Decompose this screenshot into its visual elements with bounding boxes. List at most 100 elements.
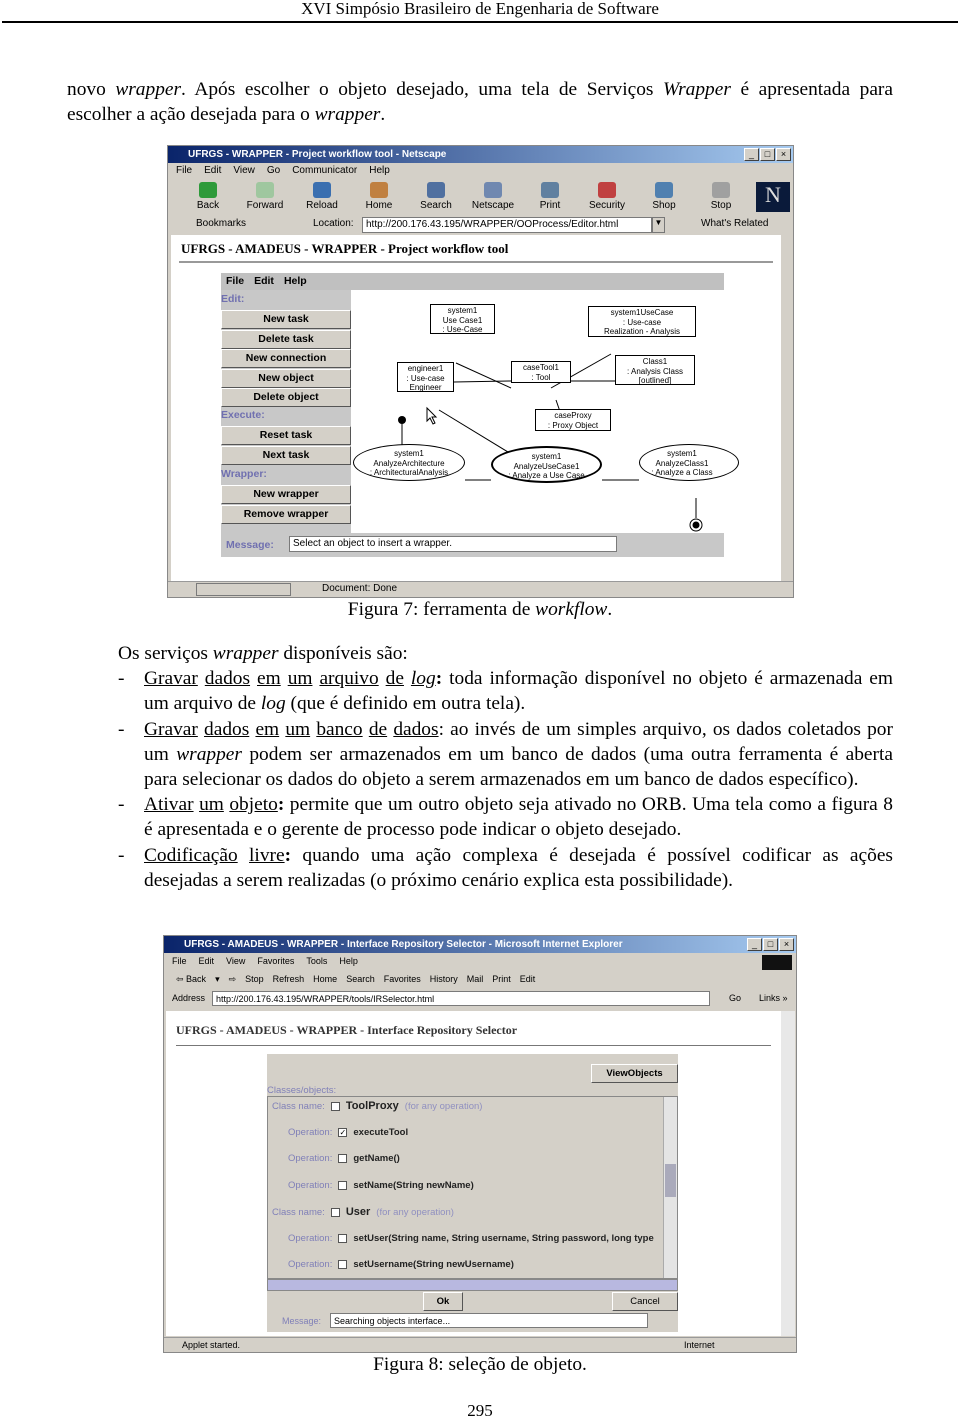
- applet-menu-item[interactable]: Help: [284, 275, 307, 290]
- menu-item[interactable]: Edit: [199, 956, 215, 966]
- button-reset-task[interactable]: Reset task: [221, 426, 351, 445]
- bookmarks-button[interactable]: Bookmarks: [196, 218, 246, 229]
- checkbox[interactable]: [338, 1180, 348, 1190]
- home-icon: [370, 182, 388, 198]
- toolbar-button[interactable]: Reload: [294, 182, 350, 211]
- menu-item[interactable]: Tools: [306, 956, 327, 966]
- menu-item[interactable]: Go: [267, 165, 280, 176]
- node-caseproxy[interactable]: caseProxy: Proxy Object: [535, 409, 611, 431]
- node-realization[interactable]: system1UseCase: Use-case Realization - An…: [588, 306, 696, 337]
- toolbar-button[interactable]: Forward: [237, 182, 293, 211]
- reload-icon: [313, 182, 331, 198]
- links-button[interactable]: Links »: [759, 993, 788, 1003]
- close-button[interactable]: ×: [776, 148, 791, 161]
- button-new-connection[interactable]: New connection: [221, 349, 351, 369]
- node-usecase1[interactable]: system1 Use Case1: Use-Case: [430, 304, 495, 334]
- minimize-button[interactable]: _: [747, 938, 762, 951]
- status-bar: Applet started. Internet: [164, 1337, 796, 1352]
- browser-scrollbar[interactable]: [781, 1011, 795, 1336]
- button-delete-task[interactable]: Delete task: [221, 329, 351, 349]
- button-next-task[interactable]: Next task: [221, 445, 351, 465]
- toolbar-button[interactable]: Netscape: [465, 182, 521, 211]
- workflow-applet: File Edit Help Edit: Execute: Wrapper: New…: [221, 273, 739, 557]
- toolbar-button[interactable]: Back: [180, 182, 236, 211]
- checkbox[interactable]: [330, 1207, 340, 1217]
- activity-analyze-class[interactable]: system1 AnalyzeClass1: Analyze a Class: [639, 444, 739, 481]
- vertical-scrollbar[interactable]: [663, 1097, 677, 1278]
- search-icon: [427, 182, 445, 198]
- applet-menu-item[interactable]: File: [226, 275, 244, 290]
- toolbar-button[interactable]: Search: [346, 974, 375, 985]
- toolbar-button[interactable]: ⇦ Back: [176, 974, 206, 985]
- row-hint: (for any operation): [376, 1206, 454, 1218]
- maximize-button[interactable]: □: [760, 148, 775, 161]
- toolbar-button[interactable]: History: [430, 974, 458, 985]
- whats-related-button[interactable]: What's Related: [701, 218, 769, 229]
- scrollbar-thumb[interactable]: [665, 1164, 676, 1197]
- button-delete-object[interactable]: Delete object: [221, 388, 351, 408]
- menu-item[interactable]: Help: [369, 165, 390, 176]
- toolbar-button[interactable]: Stop: [693, 182, 749, 211]
- toolbar-button[interactable]: Mail: [467, 974, 484, 985]
- cancel-button[interactable]: Cancel: [612, 1292, 678, 1311]
- button-new-object[interactable]: New object: [221, 368, 351, 388]
- button-new-task[interactable]: New task: [221, 310, 351, 329]
- toolbar-button[interactable]: Stop: [245, 974, 264, 985]
- classes-list: Operation: setUsername(String newUsername…: [267, 1096, 678, 1279]
- checkbox[interactable]: [338, 1260, 348, 1269]
- toolbar-button[interactable]: Print: [492, 974, 511, 985]
- go-button[interactable]: Go: [729, 993, 741, 1003]
- menu-item[interactable]: File: [172, 956, 187, 966]
- toolbar-button[interactable]: Home: [351, 182, 407, 211]
- activity-analyze-usecase[interactable]: system1 AnalyzeUseCase1: Analyze a Use Ca…: [491, 446, 602, 483]
- toolbar-button[interactable]: Search: [408, 182, 464, 211]
- menu-item[interactable]: File: [176, 165, 192, 176]
- list-row: Class name: ToolProxy (for any operation): [272, 1100, 482, 1112]
- button-new-wrapper[interactable]: New wrapper: [221, 485, 351, 504]
- node-class1[interactable]: Class1: Analysis Class [outlined]: [615, 355, 695, 385]
- page-content: UFRGS - AMADEUS - WRAPPER - Project work…: [171, 235, 781, 581]
- toolbar-button[interactable]: Edit: [520, 974, 536, 985]
- menu-item[interactable]: View: [226, 956, 245, 966]
- address-input[interactable]: http://200.176.43.195/WRAPPER/tools/IRSe…: [212, 991, 710, 1006]
- location-input[interactable]: http://200.176.43.195/WRAPPER/OOProcess/…: [362, 217, 652, 233]
- menu-item[interactable]: Help: [339, 956, 358, 966]
- message-field[interactable]: Select an object to insert a wrapper.: [289, 536, 617, 552]
- checkbox[interactable]: [338, 1233, 348, 1243]
- checkbox[interactable]: [330, 1101, 340, 1111]
- close-button[interactable]: ×: [779, 938, 794, 951]
- minimize-button[interactable]: _: [744, 148, 759, 161]
- maximize-button[interactable]: □: [763, 938, 778, 951]
- row-name: getName(): [353, 1153, 400, 1164]
- toolbar-button[interactable]: ⇨: [229, 974, 237, 985]
- row-label: Class name:: [272, 1100, 325, 1112]
- toolbar-button[interactable]: Print: [522, 182, 578, 211]
- toolbar-button[interactable]: Refresh: [273, 974, 305, 985]
- toolbar-button[interactable]: ▾: [215, 974, 220, 985]
- menu-item[interactable]: Favorites: [257, 956, 294, 966]
- term-word: de: [368, 718, 388, 740]
- button-remove-wrapper[interactable]: Remove wrapper: [221, 504, 351, 524]
- toolbar-button[interactable]: Security: [579, 182, 635, 211]
- view-objects-button[interactable]: ViewObjects: [591, 1064, 678, 1083]
- message-field[interactable]: Searching objects interface...: [330, 1313, 648, 1328]
- toolbar-button[interactable]: Home: [313, 974, 337, 985]
- menu-item[interactable]: Communicator: [292, 165, 357, 176]
- node-casetool[interactable]: caseTool1: Tool: [511, 361, 571, 383]
- ok-button[interactable]: Ok: [423, 1292, 463, 1311]
- horizontal-scrollbar[interactable]: [267, 1279, 678, 1291]
- term-word: Gravar: [144, 668, 198, 690]
- activity-analyze-architecture[interactable]: system1 AnalyzeArchitecture: Architectura…: [353, 444, 465, 481]
- menu-item[interactable]: View: [233, 165, 255, 176]
- text: workflow: [535, 599, 608, 620]
- checkbox-checked[interactable]: ✓: [338, 1127, 348, 1137]
- services-intro: Os serviços wrapper disponíveis são:: [118, 643, 408, 664]
- toolbar-button[interactable]: Shop: [636, 182, 692, 211]
- node-engineer[interactable]: engineer1: Use-case Engineer: [397, 362, 454, 392]
- location-dropdown-icon[interactable]: ▼: [652, 217, 665, 233]
- text: . Após escolher o objeto desejado, uma t…: [181, 79, 664, 100]
- checkbox[interactable]: [338, 1154, 348, 1163]
- applet-menu-item[interactable]: Edit: [254, 275, 274, 290]
- menu-item[interactable]: Edit: [204, 165, 221, 176]
- toolbar-button[interactable]: Favorites: [384, 974, 421, 985]
